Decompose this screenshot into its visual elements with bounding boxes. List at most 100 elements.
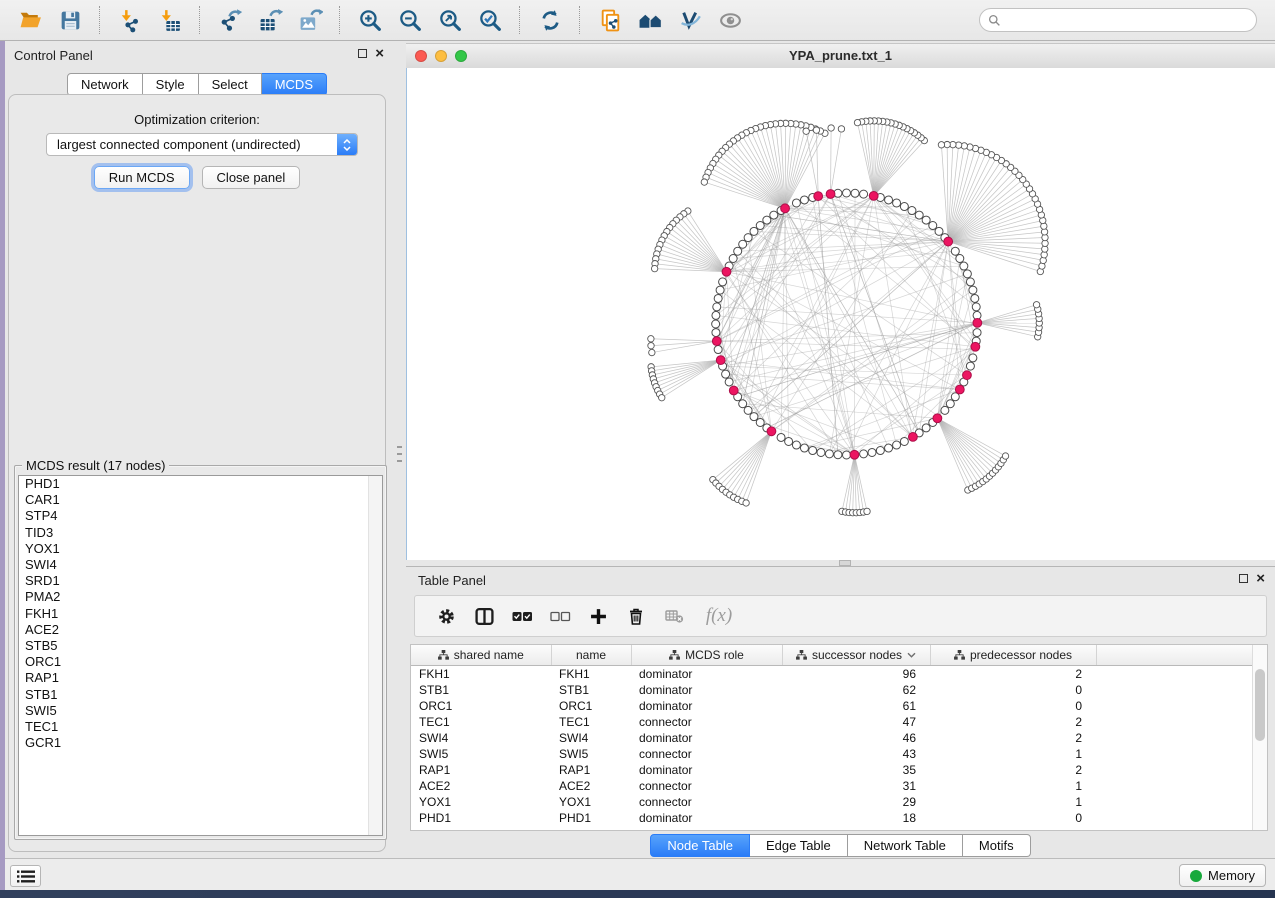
- import-network-button[interactable]: [113, 4, 147, 36]
- memory-button[interactable]: Memory: [1179, 864, 1266, 887]
- network-titlebar: YPA_prune.txt_1: [406, 43, 1275, 69]
- tab-mcds[interactable]: MCDS: [262, 73, 327, 96]
- scrollbar-thumb[interactable]: [1255, 669, 1265, 741]
- show-graphics-details-button[interactable]: [713, 4, 747, 36]
- table-row[interactable]: SWI5SWI5connector431: [411, 746, 1267, 762]
- mcds-result-item[interactable]: GCR1: [19, 735, 382, 751]
- close-panel-button[interactable]: ×: [375, 48, 384, 59]
- table-row[interactable]: SWI4SWI4dominator462: [411, 730, 1267, 746]
- mcds-result-item[interactable]: YOX1: [19, 541, 382, 557]
- show-hide-panels-button[interactable]: [633, 4, 667, 36]
- toolbar-separator: [519, 6, 521, 34]
- vertical-splitter[interactable]: [394, 42, 406, 858]
- list-scrollbar[interactable]: [368, 476, 382, 835]
- control-panel: Control Panel × NetworkStyleSelectMCDS O…: [0, 42, 394, 858]
- add-column-button[interactable]: [579, 599, 617, 633]
- split-table-view-button[interactable]: [465, 599, 503, 633]
- status-menu-button[interactable]: [10, 865, 41, 887]
- zoom-fit-icon: [438, 8, 463, 33]
- float-panel-button[interactable]: [1239, 574, 1248, 583]
- refresh-icon: [538, 8, 563, 33]
- column-header-shared-name[interactable]: shared name: [411, 645, 551, 666]
- close-panel-button[interactable]: ×: [1256, 573, 1265, 584]
- table-panel-header: Table Panel ×: [406, 567, 1275, 593]
- mcds-hub-node: [944, 237, 953, 246]
- mcds-result-item[interactable]: PHD1: [19, 476, 382, 492]
- save-session-button[interactable]: [53, 4, 87, 36]
- network-graph[interactable]: [407, 68, 1275, 560]
- open-file-button[interactable]: [13, 4, 47, 36]
- export-table-button[interactable]: [253, 4, 287, 36]
- import-network-icon: [118, 8, 143, 33]
- delete-column-button[interactable]: [617, 599, 655, 633]
- toolbar-separator: [339, 6, 341, 34]
- table-scrollbar[interactable]: [1252, 645, 1267, 830]
- select-all-button[interactable]: [503, 599, 541, 633]
- tab-network[interactable]: Network: [67, 73, 143, 96]
- close-mcds-panel-button[interactable]: Close panel: [202, 166, 301, 189]
- column-header-predecessor-nodes[interactable]: predecessor nodes: [930, 645, 1096, 666]
- mcds-result-list[interactable]: PHD1CAR1STP4TID3YOX1SWI4SRD1PMA2FKH1ACE2…: [18, 475, 383, 836]
- table-row[interactable]: ACE2ACE2connector311: [411, 778, 1267, 794]
- mcds-hub-node: [963, 371, 972, 380]
- mcds-result-item[interactable]: ORC1: [19, 654, 382, 670]
- zoom-out-button[interactable]: [393, 4, 427, 36]
- mcds-result-item[interactable]: TEC1: [19, 719, 382, 735]
- application-window: Control Panel × NetworkStyleSelectMCDS O…: [0, 0, 1275, 890]
- table-panel: Table Panel ×: [406, 566, 1275, 859]
- table-row[interactable]: STB1STB1dominator620: [411, 682, 1267, 698]
- tab-select[interactable]: Select: [199, 73, 262, 96]
- mcds-result-item[interactable]: PMA2: [19, 589, 382, 605]
- float-panel-button[interactable]: [358, 49, 367, 58]
- network-canvas[interactable]: [406, 68, 1275, 560]
- mcds-result-item[interactable]: FKH1: [19, 606, 382, 622]
- tab-network-table[interactable]: Network Table: [848, 834, 963, 857]
- zoom-selected-icon: [478, 8, 503, 33]
- zoom-in-button[interactable]: [353, 4, 387, 36]
- mcds-result-item[interactable]: CAR1: [19, 492, 382, 508]
- export-network-button[interactable]: [213, 4, 247, 36]
- desktop-wallpaper-strip: [0, 41, 5, 890]
- mcds-hub-node: [826, 190, 835, 199]
- column-header-successor-nodes[interactable]: successor nodes: [782, 645, 930, 666]
- import-table-button[interactable]: [153, 4, 187, 36]
- mcds-result-item[interactable]: STB5: [19, 638, 382, 654]
- table-settings-button[interactable]: [427, 599, 465, 633]
- mcds-result-item[interactable]: SWI4: [19, 557, 382, 573]
- export-image-button[interactable]: [293, 4, 327, 36]
- tab-node-table[interactable]: Node Table: [650, 834, 750, 857]
- mcds-hub-node: [955, 385, 964, 394]
- zoom-fit-button[interactable]: [433, 4, 467, 36]
- mcds-result-item[interactable]: TID3: [19, 525, 382, 541]
- mcds-result-item[interactable]: RAP1: [19, 670, 382, 686]
- tab-edge-table[interactable]: Edge Table: [750, 834, 848, 857]
- table-row[interactable]: FKH1FKH1dominator962: [411, 666, 1267, 683]
- run-mcds-button[interactable]: Run MCDS: [94, 166, 190, 189]
- table-row[interactable]: TEC1TEC1connector472: [411, 714, 1267, 730]
- search-box: [979, 8, 1257, 32]
- refresh-view-button[interactable]: [533, 4, 567, 36]
- column-header-MCDS-role[interactable]: MCDS role: [631, 645, 782, 666]
- mcds-result-item[interactable]: STB1: [19, 687, 382, 703]
- mcds-hub-node: [729, 386, 738, 395]
- table-row[interactable]: ORC1ORC1dominator610: [411, 698, 1267, 714]
- zoom-selected-button[interactable]: [473, 4, 507, 36]
- clone-network-button[interactable]: [593, 4, 627, 36]
- apply-visual-style-button[interactable]: [673, 4, 707, 36]
- mcds-hub-node: [814, 192, 823, 201]
- node-table: shared namename MCDS role successor node…: [410, 644, 1268, 831]
- column-header-name[interactable]: name: [551, 645, 631, 666]
- tab-style[interactable]: Style: [143, 73, 199, 96]
- mcds-result-item[interactable]: ACE2: [19, 622, 382, 638]
- table-row[interactable]: RAP1RAP1dominator352: [411, 762, 1267, 778]
- mcds-result-item[interactable]: SRD1: [19, 573, 382, 589]
- mcds-result-item[interactable]: STP4: [19, 508, 382, 524]
- tab-motifs[interactable]: Motifs: [963, 834, 1031, 857]
- search-input[interactable]: [1007, 12, 1248, 28]
- mcds-result-item[interactable]: SWI5: [19, 703, 382, 719]
- criterion-dropdown[interactable]: largest connected component (undirected): [46, 133, 358, 156]
- table-panel-title: Table Panel: [418, 573, 486, 588]
- table-row[interactable]: YOX1YOX1connector291: [411, 794, 1267, 810]
- deselect-all-button[interactable]: [541, 599, 579, 633]
- table-row[interactable]: PHD1PHD1dominator180: [411, 810, 1267, 826]
